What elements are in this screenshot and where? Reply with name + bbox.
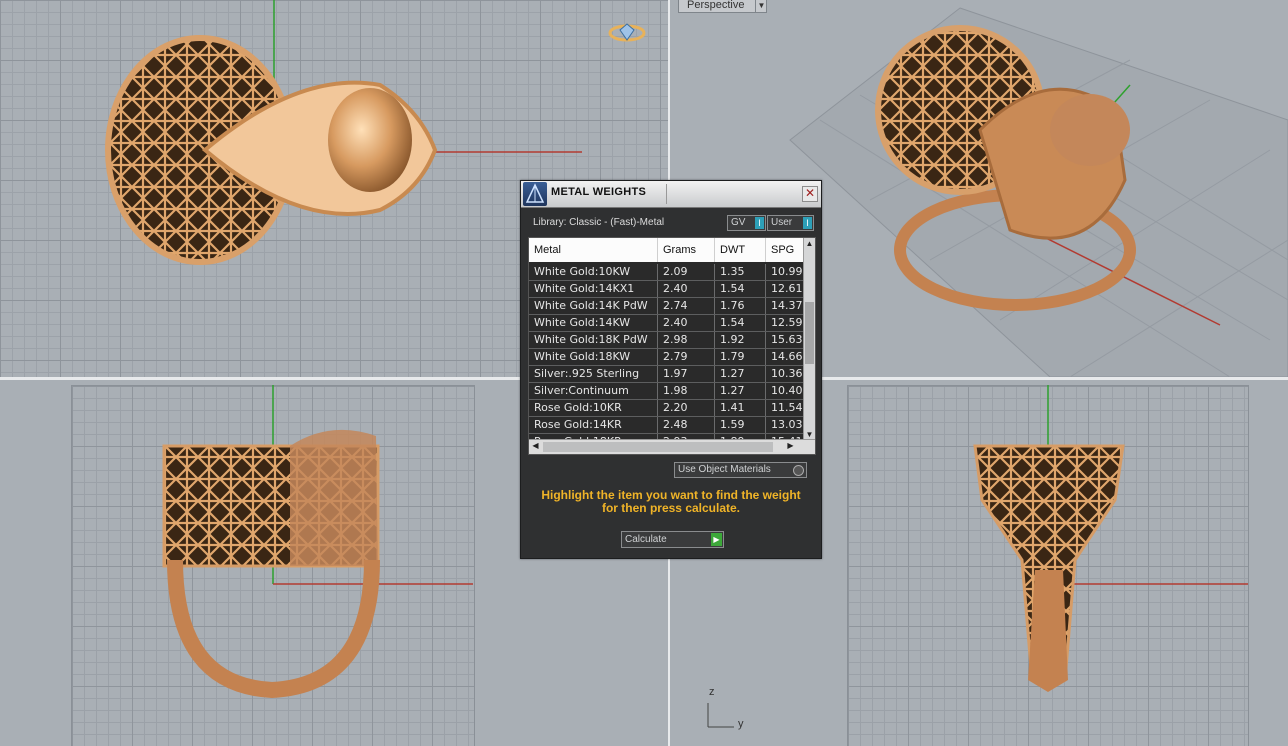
- dialog-title: METAL WEIGHTS: [551, 186, 647, 198]
- cell-dwt: 1.27: [715, 383, 766, 399]
- plugin-logo-icon: [523, 182, 547, 206]
- cell-grams: 2.74: [658, 298, 715, 314]
- table-row[interactable]: White Gold:10KW 2.09 1.35 10.99: [529, 264, 804, 281]
- cell-metal: White Gold:14K PdW: [529, 298, 658, 314]
- play-icon: ▶: [711, 533, 722, 546]
- cell-grams: 2.79: [658, 349, 715, 365]
- cell-grams: 1.97: [658, 366, 715, 382]
- table-row[interactable]: White Gold:14KW 2.40 1.54 12.59: [529, 315, 804, 332]
- cell-spg: 11.54: [766, 400, 804, 416]
- viewport-label-perspective[interactable]: Perspective ▼: [678, 0, 768, 13]
- table-body: White Gold:10KW 2.09 1.35 10.99 White Gold:1…: [529, 264, 804, 451]
- cell-metal: Rose Gold:14KR: [529, 417, 658, 433]
- cell-dwt: 1.79: [715, 349, 766, 365]
- cell-metal: Silver:Continuum: [529, 383, 658, 399]
- horizontal-scrollbar[interactable]: ◀ ▶: [529, 439, 815, 454]
- column-header-dwt[interactable]: DWT: [715, 238, 766, 262]
- radio-icon[interactable]: [793, 465, 804, 476]
- cell-grams: 2.20: [658, 400, 715, 416]
- cell-metal: Silver:.925 Sterling: [529, 366, 658, 382]
- metal-weights-dialog: METAL WEIGHTS ✕ Library: Classic - (Fast…: [520, 180, 822, 559]
- use-object-materials-label: Use Object Materials: [678, 464, 771, 475]
- table-row[interactable]: Silver:.925 Sterling 1.97 1.27 10.36: [529, 366, 804, 383]
- use-object-materials-option[interactable]: Use Object Materials: [674, 462, 807, 478]
- horizontal-scroll-thumb[interactable]: [543, 442, 773, 452]
- cell-dwt: 1.27: [715, 366, 766, 382]
- cell-spg: 10.36: [766, 366, 804, 382]
- column-header-grams[interactable]: Grams: [658, 238, 715, 262]
- toggle-knob-icon: I: [755, 217, 764, 229]
- cell-spg: 10.40: [766, 383, 804, 399]
- metals-table[interactable]: Metal Grams DWT SPG White Gold:10KW 2.09 1…: [528, 237, 816, 455]
- close-button[interactable]: ✕: [802, 186, 818, 202]
- scroll-left-icon[interactable]: ◀: [530, 441, 541, 450]
- cell-grams: 2.40: [658, 315, 715, 331]
- instruction-text: Highlight the item you want to find the …: [541, 488, 801, 515]
- scroll-right-icon[interactable]: ▶: [785, 441, 796, 450]
- table-row[interactable]: White Gold:18K PdW 2.98 1.92 15.63: [529, 332, 804, 349]
- cell-metal: White Gold:14KW: [529, 315, 658, 331]
- cell-dwt: 1.54: [715, 281, 766, 297]
- vertical-scrollbar[interactable]: ▲ ▼: [803, 238, 815, 440]
- gv-label: GV: [731, 217, 746, 228]
- cell-dwt: 1.41: [715, 400, 766, 416]
- dialog-titlebar[interactable]: METAL WEIGHTS ✕: [521, 181, 821, 208]
- library-label: Library: Classic - (Fast)-Metal: [533, 217, 665, 228]
- column-header-metal[interactable]: Metal: [529, 238, 658, 262]
- cell-spg: 14.66: [766, 349, 804, 365]
- user-toggle[interactable]: User I: [767, 215, 814, 231]
- cell-dwt: 1.54: [715, 315, 766, 331]
- table-row[interactable]: Rose Gold:10KR 2.20 1.41 11.54: [529, 400, 804, 417]
- column-header-spg[interactable]: SPG: [766, 238, 804, 262]
- cell-spg: 14.37: [766, 298, 804, 314]
- cell-metal: White Gold:18K PdW: [529, 332, 658, 348]
- cell-grams: 2.09: [658, 264, 715, 280]
- cell-dwt: 1.92: [715, 332, 766, 348]
- title-separator: [666, 184, 667, 204]
- cell-spg: 13.03: [766, 417, 804, 433]
- scroll-up-icon[interactable]: ▲: [804, 239, 815, 248]
- cell-metal: White Gold:14KX1: [529, 281, 658, 297]
- cell-dwt: 1.59: [715, 417, 766, 433]
- cell-grams: 2.48: [658, 417, 715, 433]
- user-label: User: [771, 217, 793, 228]
- axis-z-label: z: [709, 686, 715, 698]
- table-header: Metal Grams DWT SPG: [529, 238, 804, 262]
- cell-spg: 10.99: [766, 264, 804, 280]
- vertical-scroll-thumb[interactable]: [805, 302, 814, 364]
- cell-spg: 12.61: [766, 281, 804, 297]
- axis-y-label: y: [738, 718, 744, 730]
- table-row[interactable]: White Gold:14KX1 2.40 1.54 12.61: [529, 281, 804, 298]
- table-row[interactable]: Silver:Continuum 1.98 1.27 10.40: [529, 383, 804, 400]
- toggle-knob-icon: I: [803, 217, 812, 229]
- calculate-label: Calculate: [625, 534, 667, 545]
- cell-grams: 2.40: [658, 281, 715, 297]
- cell-metal: Rose Gold:10KR: [529, 400, 658, 416]
- table-row[interactable]: White Gold:14K PdW 2.74 1.76 14.37: [529, 298, 804, 315]
- gv-toggle[interactable]: GV I: [727, 215, 766, 231]
- cell-grams: 2.98: [658, 332, 715, 348]
- calculate-button[interactable]: Calculate ▶: [621, 531, 724, 548]
- table-row[interactable]: White Gold:18KW 2.79 1.79 14.66: [529, 349, 804, 366]
- cell-dwt: 1.35: [715, 264, 766, 280]
- table-row[interactable]: Rose Gold:14KR 2.48 1.59 13.03: [529, 417, 804, 434]
- cell-metal: White Gold:10KW: [529, 264, 658, 280]
- cell-grams: 1.98: [658, 383, 715, 399]
- scroll-down-icon[interactable]: ▼: [804, 430, 815, 439]
- chevron-down-icon[interactable]: ▼: [755, 0, 766, 12]
- cell-spg: 15.63: [766, 332, 804, 348]
- perspective-label-text: Perspective: [687, 0, 745, 11]
- cell-dwt: 1.76: [715, 298, 766, 314]
- cell-spg: 12.59: [766, 315, 804, 331]
- cell-metal: White Gold:18KW: [529, 349, 658, 365]
